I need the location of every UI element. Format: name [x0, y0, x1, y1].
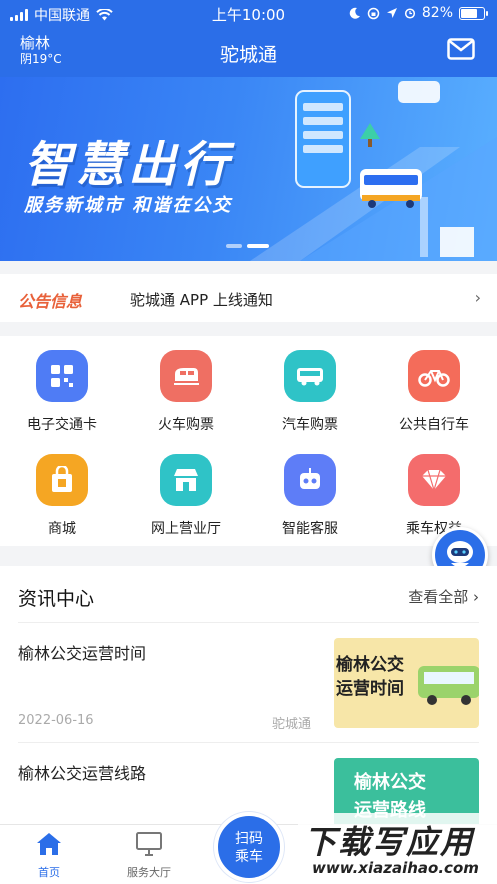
banner-title: 智慧出行: [24, 137, 233, 193]
scan-label-line2: 乘车: [235, 849, 263, 865]
notice-text: 驼城通 APP 上线通知: [130, 291, 273, 309]
thumb-text-line2: 运营时间: [336, 679, 404, 699]
service-label: 公共自行车: [399, 417, 469, 433]
scan-label-line1: 扫码: [235, 831, 263, 847]
chevron-right-icon: ›: [473, 588, 479, 606]
banner-subtitle: 服务新城市 和谐在公交: [24, 195, 233, 216]
service-label: 电子交通卡: [27, 417, 97, 433]
news-item-title: 榆林公交运营时间: [18, 644, 147, 663]
shopping-bag-icon: [36, 454, 88, 506]
diamond-icon: [408, 454, 460, 506]
bus-icon: [284, 350, 336, 402]
storefront-icon: [160, 454, 212, 506]
service-public-bike[interactable]: 公共自行车: [372, 336, 496, 440]
thumb-text-line1: 榆林公交: [336, 655, 404, 675]
view-all-link[interactable]: 查看全部 ›: [408, 586, 479, 607]
status-bar: 中国联通 上午10:00 82%: [0, 0, 497, 26]
news-item-title: 榆林公交运营线路: [18, 764, 147, 783]
notice-tag: 公告信息: [18, 292, 83, 311]
train-icon: [160, 350, 212, 402]
section-title: 资讯中心: [18, 588, 95, 610]
news-thumbnail: 榆林公交 运营时间: [334, 638, 479, 728]
bicycle-icon: [408, 350, 460, 402]
qr-card-icon: [36, 350, 88, 402]
service-label: 网上营业厅: [151, 521, 221, 537]
service-label: 智能客服: [282, 521, 338, 537]
carousel-indicator: [226, 244, 269, 248]
robot-icon: [284, 454, 336, 506]
app-header: 榆林 阴19°C 驼城通: [0, 26, 497, 77]
notice-bar[interactable]: 公告信息 驼城通 APP 上线通知 ›: [0, 274, 497, 322]
service-grid: 电子交通卡 火车购票 汽车购票 公共自行车 商城 网上营业厅 智能客服 乘车权益: [0, 336, 497, 546]
battery-icon: [459, 6, 488, 20]
monitor-icon: [136, 832, 162, 856]
service-bus-ticket[interactable]: 汽车购票: [248, 336, 372, 440]
location-arrow-icon: [386, 8, 397, 18]
alarm-icon: [404, 8, 415, 19]
bus-illustration-icon: [418, 666, 479, 705]
service-online-hall[interactable]: 网上营业厅: [124, 440, 248, 544]
tab-home[interactable]: 首页: [9, 831, 89, 880]
news-item-date: 2022-06-16: [18, 713, 94, 728]
view-all-label: 查看全部: [408, 588, 469, 606]
news-center: 资讯中心 查看全部 › 榆林公交运营时间 2022-06-16 驼城通 榆林公交…: [0, 566, 497, 824]
rotation-lock-icon: [367, 7, 380, 19]
service-riding-benefits[interactable]: 乘车权益: [372, 440, 496, 544]
page-title: 驼城通: [219, 44, 277, 66]
watermark-title: 下载写应用: [304, 823, 475, 861]
tab-label: 首页: [38, 866, 60, 879]
mail-icon: [447, 38, 475, 60]
messages-button[interactable]: [447, 38, 475, 60]
scan-to-ride-button[interactable]: 扫码 乘车: [214, 812, 284, 882]
service-train-ticket[interactable]: 火车购票: [124, 336, 248, 440]
site-watermark: 下载写应用 www.xiazaihao.com: [298, 813, 497, 883]
service-label: 汽车购票: [282, 417, 338, 433]
service-smart-support[interactable]: 智能客服: [248, 440, 372, 544]
service-label: 商城: [48, 521, 76, 537]
moon-icon: [349, 7, 360, 19]
thumb-text-line1: 榆林公交: [354, 772, 426, 793]
service-label: 火车购票: [158, 417, 214, 433]
home-icon: [37, 833, 61, 855]
watermark-url: www.xiazaihao.com: [312, 859, 479, 877]
chevron-right-icon: ›: [474, 288, 481, 307]
tab-service-hall[interactable]: 服务大厅: [109, 831, 189, 880]
service-mall[interactable]: 商城: [0, 440, 124, 544]
divider: [18, 742, 479, 743]
news-item-source: 驼城通: [272, 717, 312, 732]
service-e-card[interactable]: 电子交通卡: [0, 336, 124, 440]
battery-percent: 82%: [421, 5, 453, 21]
divider: [18, 622, 479, 623]
promo-banner[interactable]: 智慧出行 服务新城市 和谐在公交: [0, 77, 497, 261]
tab-label: 服务大厅: [127, 866, 171, 879]
